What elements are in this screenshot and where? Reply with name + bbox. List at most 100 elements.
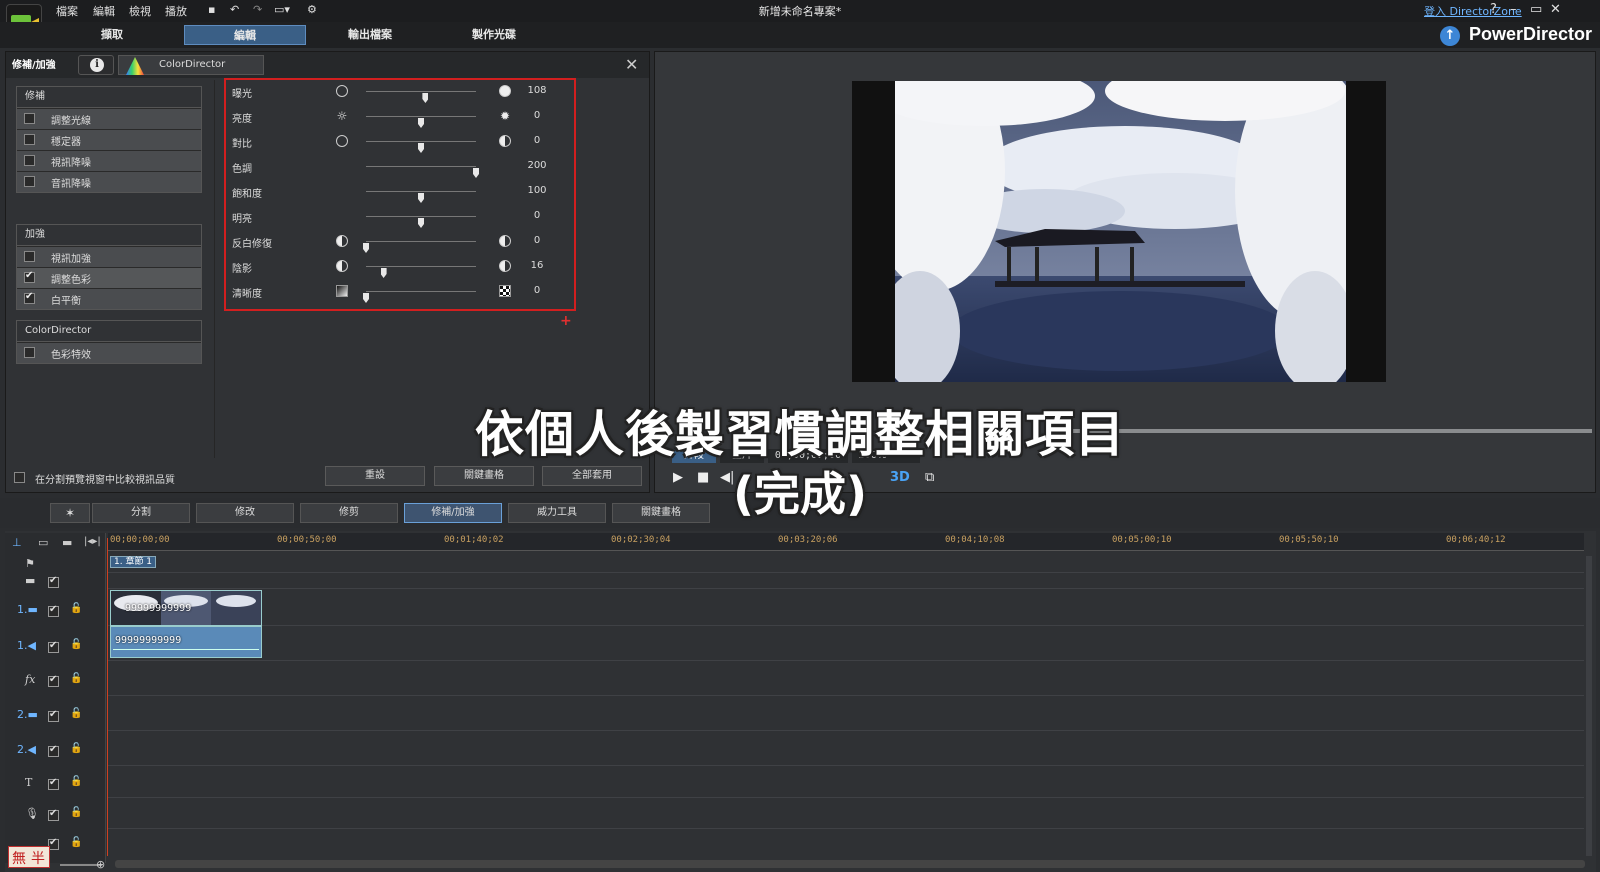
- checkbox[interactable]: [24, 113, 35, 124]
- tab-colordirector[interactable]: ColorDirector: [118, 55, 264, 75]
- zoom-in-icon[interactable]: ⊕: [96, 858, 105, 871]
- tab-create-disc[interactable]: 製作光碟: [444, 25, 544, 45]
- adjust-slider-track[interactable]: [366, 216, 476, 228]
- lock-icon[interactable]: 🔓: [70, 603, 82, 614]
- tab-produce[interactable]: 輸出檔案: [320, 25, 420, 45]
- track-manager-icon[interactable]: ▬: [62, 536, 72, 549]
- adjust-slider-track[interactable]: [366, 266, 476, 278]
- checkbox[interactable]: [24, 347, 35, 358]
- option-adjust-lighting[interactable]: 調整光線: [17, 108, 201, 129]
- minimize-button[interactable]: –: [1510, 2, 1517, 17]
- aspect-ratio-icon[interactable]: ▭▾: [274, 3, 290, 16]
- menu-file[interactable]: 檔案: [56, 3, 78, 19]
- upgrade-arrow-icon[interactable]: ↑: [1440, 26, 1460, 46]
- lock-icon[interactable]: 🔓: [70, 673, 82, 684]
- adjust-slider-track[interactable]: [366, 116, 476, 128]
- checkbox[interactable]: [24, 251, 35, 262]
- adjust-value[interactable]: 0: [522, 285, 552, 296]
- option-video-enhance[interactable]: 視訊加強: [17, 246, 201, 267]
- watermark-stamp: 無 半: [8, 846, 50, 868]
- track-enable-checkbox[interactable]: [48, 777, 59, 790]
- lock-icon[interactable]: 🔓: [70, 708, 82, 719]
- option-white-balance[interactable]: 白平衡: [17, 288, 201, 309]
- lock-icon[interactable]: 🔓: [70, 743, 82, 754]
- close-icon[interactable]: ✕: [625, 55, 638, 74]
- option-color-effects[interactable]: 色彩特效: [17, 342, 201, 363]
- help-button[interactable]: ?: [1490, 2, 1497, 17]
- adjust-slider-thumb[interactable]: [422, 93, 429, 103]
- chapter-marker[interactable]: 1. 章節 1: [110, 556, 156, 568]
- login-directorzone-link[interactable]: 登入 DirectorZone: [1424, 3, 1522, 19]
- fit-timeline-icon[interactable]: |◂▸|: [84, 536, 101, 547]
- adjust-value[interactable]: 0: [522, 235, 552, 246]
- adjust-value[interactable]: 108: [522, 85, 552, 96]
- track-enable-checkbox[interactable]: [48, 640, 59, 653]
- video-clip[interactable]: 99999999999: [110, 590, 262, 626]
- redo-icon[interactable]: ↷: [253, 3, 262, 16]
- adjust-value[interactable]: 100: [522, 185, 552, 196]
- timeline-view-icon[interactable]: ⊥: [12, 536, 22, 549]
- adjust-slider-thumb[interactable]: [418, 118, 424, 128]
- menu-view[interactable]: 檢視: [129, 3, 151, 19]
- adjust-slider-thumb[interactable]: [473, 168, 479, 178]
- adjust-row-shadow: 陰影 16: [232, 257, 562, 278]
- adjust-slider-track[interactable]: [366, 91, 476, 103]
- option-audio-denoise[interactable]: 音訊降噪: [17, 171, 201, 192]
- settings-gear-icon[interactable]: ⚙: [307, 3, 317, 16]
- lock-icon[interactable]: 🔓: [70, 807, 82, 818]
- menu-play[interactable]: 播放: [165, 3, 187, 19]
- checkbox[interactable]: [24, 134, 35, 145]
- adjust-slider-track[interactable]: [366, 141, 476, 153]
- adjust-slider-thumb[interactable]: [380, 268, 387, 278]
- track-enable-checkbox[interactable]: [48, 604, 59, 617]
- timeline-vertical-scrollbar[interactable]: [1586, 556, 1592, 856]
- adjust-slider-track[interactable]: [363, 291, 476, 303]
- adjust-value[interactable]: 200: [522, 160, 552, 171]
- close-window-button[interactable]: ✕: [1550, 2, 1561, 17]
- adjust-slider-thumb[interactable]: [363, 293, 369, 303]
- adjust-slider-thumb[interactable]: [418, 218, 424, 228]
- colordirector-tab-label: ColorDirector: [159, 59, 226, 70]
- storyboard-view-icon[interactable]: ▭: [38, 536, 48, 549]
- checkbox[interactable]: [24, 291, 35, 304]
- checkbox[interactable]: [24, 176, 35, 187]
- adjust-value[interactable]: 0: [522, 210, 552, 221]
- add-keyframe-icon[interactable]: +: [560, 313, 572, 329]
- stamp-char: 無: [12, 851, 26, 867]
- restore-button[interactable]: ▭: [1530, 2, 1542, 17]
- tab-capture[interactable]: 擷取: [62, 25, 162, 45]
- adjust-slider-thumb[interactable]: [418, 193, 424, 203]
- adjust-label: 色調: [232, 164, 252, 175]
- adjust-value[interactable]: 16: [522, 260, 552, 271]
- option-stabilizer[interactable]: 穩定器: [17, 129, 201, 150]
- track-enable-checkbox[interactable]: [48, 808, 59, 821]
- track-enable-checkbox[interactable]: [48, 744, 59, 757]
- option-video-denoise[interactable]: 視訊降噪: [17, 150, 201, 171]
- lock-icon[interactable]: 🔓: [70, 639, 82, 650]
- audio-clip[interactable]: 99999999999: [110, 626, 262, 658]
- adjust-value[interactable]: 0: [522, 110, 552, 121]
- menu-edit[interactable]: 編輯: [93, 3, 115, 19]
- tab-fix-enhance[interactable]: 修補/加強: [12, 56, 56, 71]
- tab-info[interactable]: i: [78, 55, 114, 75]
- track-enable-checkbox[interactable]: [48, 575, 59, 588]
- adjust-slider-thumb[interactable]: [363, 243, 369, 253]
- track-enable-checkbox[interactable]: [48, 709, 59, 722]
- tab-edit[interactable]: 編輯: [184, 25, 306, 45]
- adjust-value[interactable]: 0: [522, 135, 552, 146]
- checkbox[interactable]: [24, 155, 35, 166]
- checkbox[interactable]: [24, 270, 35, 283]
- adjust-slider-track[interactable]: [366, 191, 476, 203]
- adjust-row-brightness: 亮度 ☼ ✹ 0: [232, 107, 562, 128]
- undo-icon[interactable]: ↶: [230, 3, 239, 16]
- adjust-slider-track[interactable]: [366, 166, 479, 178]
- option-color-adjust[interactable]: 調整色彩: [17, 267, 201, 288]
- playhead[interactable]: [107, 538, 108, 856]
- timeline-horizontal-scrollbar[interactable]: [115, 860, 1585, 868]
- adjust-slider-track[interactable]: [363, 241, 476, 253]
- lock-icon[interactable]: 🔓: [70, 837, 82, 848]
- adjust-slider-thumb[interactable]: [418, 143, 424, 153]
- save-icon[interactable]: ▪: [208, 3, 215, 16]
- track-enable-checkbox[interactable]: [48, 674, 59, 687]
- lock-icon[interactable]: 🔓: [70, 776, 82, 787]
